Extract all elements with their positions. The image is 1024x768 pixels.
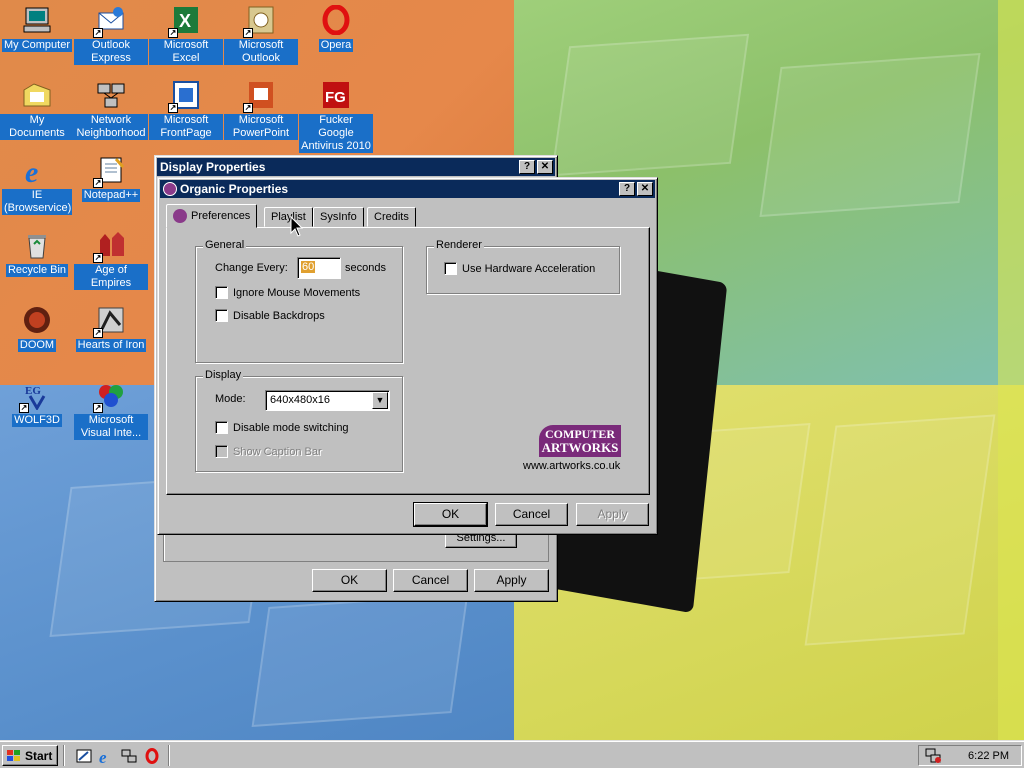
svg-text:X: X [179,11,191,31]
wallpaper-tile [759,53,981,217]
ie-icon: e [21,154,53,186]
network-icon[interactable] [121,748,137,764]
help-button[interactable]: ? [619,182,635,196]
wolf3d-icon: EG ↗ [19,379,53,413]
chevron-down-icon[interactable]: ▼ [372,392,388,409]
apply-button[interactable]: Apply [474,569,549,592]
age-of-empires-icon: ↗ [93,229,127,263]
window-title: Organic Properties [180,182,289,196]
svg-text:FG: FG [325,89,346,106]
excel-icon: X ↗ [168,4,202,38]
frontpage-icon: ↗ [168,79,202,113]
change-every-input[interactable]: 60 [297,257,341,279]
organic-titlebar[interactable]: Organic Properties ? ✕ [160,180,655,198]
desktop-icon-frontpage[interactable]: ↗ Microsoft FrontPage [149,79,223,140]
ok-button[interactable]: OK [312,569,387,592]
tab-credits[interactable]: Credits [367,207,416,227]
taskbar-separator [63,745,65,766]
taskbar: Start e 6:22 PM [0,740,1024,768]
tab-playlist[interactable]: Playlist [264,207,313,227]
desktop-icon-outlook-express[interactable]: ↗ Outlook Express [74,4,148,65]
antivirus-icon: FG [320,79,352,111]
ignore-mouse-checkbox[interactable]: Ignore Mouse Movements [215,286,360,299]
svg-text:e: e [25,156,38,185]
outlook-express-icon: ↗ [93,4,127,38]
desktop-icon-excel[interactable]: X ↗ Microsoft Excel [149,4,223,65]
desktop-icon-visual-interdev[interactable]: ↗ Microsoft Visual Inte... [74,379,148,440]
opera-icon[interactable] [144,748,160,764]
network-status-icon[interactable] [925,748,943,764]
artworks-url: www.artworks.co.uk [523,460,621,472]
window-title: Display Properties [160,160,266,174]
notepad-icon: ↗ [93,154,127,188]
computer-icon [21,4,53,36]
seconds-label: seconds [345,262,386,274]
close-button[interactable]: ✕ [637,182,653,196]
desktop-icon-recycle-bin[interactable]: Recycle Bin [0,229,74,277]
tab-preferences[interactable]: Preferences [166,204,258,228]
organic-logo-icon [173,209,187,223]
mode-select[interactable]: 640x480x16 ▼ [265,390,390,411]
visual-interdev-icon: ↗ [93,379,127,413]
desktop-icon-powerpoint[interactable]: ↗ Microsoft PowerPoint [224,79,298,140]
mouse-cursor-icon [290,216,304,237]
desktop-icon-notepad[interactable]: ↗ Notepad++ [74,154,148,202]
clock[interactable]: 6:22 PM [968,750,1009,762]
change-every-label: Change Every: [215,262,288,274]
desktop-icon-network-neighborhood[interactable]: Network Neighborhood [74,79,148,140]
help-button[interactable]: ? [519,160,535,174]
show-desktop-icon[interactable] [76,748,92,764]
desktop-icon-outlook[interactable]: ↗ Microsoft Outlook [224,4,298,65]
ok-button[interactable]: OK [413,502,488,527]
svg-text:e: e [99,748,107,764]
wallpaper-tile [804,414,996,646]
opera-icon [320,4,352,36]
show-caption-bar-checkbox: Show Caption Bar [215,445,322,458]
wallpaper-stripe [998,0,1024,740]
windows-logo-icon [7,749,20,761]
organic-logo-icon [163,182,177,196]
ie-icon[interactable]: e [98,748,114,764]
desktop-icon-ie[interactable]: e IE (Browservice) [0,154,74,215]
computer-artworks-logo: COMPUTER ARTWORKS [539,425,621,457]
desktop-icon-age-of-empires[interactable]: ↗ Age of Empires [74,229,148,290]
hardware-acceleration-checkbox[interactable]: Use Hardware Acceleration [444,262,595,275]
apply-button: Apply [576,503,649,526]
desktop-icon-my-computer[interactable]: My Computer [0,4,74,52]
wallpaper-tile [251,593,469,727]
start-button[interactable]: Start [2,745,58,766]
svg-text:EG: EG [25,385,41,397]
tab-page-preferences: General Change Every: 60 seconds Ignore … [166,227,650,495]
desktop-icon-doom[interactable]: DOOM [0,304,74,352]
tab-sysinfo[interactable]: SysInfo [313,207,364,227]
recycle-bin-icon [21,229,53,261]
desktop-icon-opera[interactable]: Opera [299,4,373,52]
hearts-of-iron-icon: ↗ [93,304,127,338]
desktop-icon-my-documents[interactable]: My Documents [0,79,74,140]
powerpoint-icon: ↗ [243,79,277,113]
disable-backdrops-checkbox[interactable]: Disable Backdrops [215,309,325,322]
outlook-icon: ↗ [243,4,277,38]
network-icon [95,79,127,111]
desktop-icon-antivirus[interactable]: FG Fucker Google Antivirus 2010 [299,79,373,153]
folder-icon [21,79,53,111]
close-button[interactable]: ✕ [537,160,553,174]
cancel-button[interactable]: Cancel [495,503,568,526]
taskbar-separator [168,745,170,766]
system-tray: 6:22 PM [918,745,1022,766]
disable-mode-switching-checkbox[interactable]: Disable mode switching [215,421,349,434]
desktop-icon-hearts-of-iron[interactable]: ↗ Hearts of Iron [74,304,148,352]
mode-label: Mode: [215,393,246,405]
desktop-icon-wolf3d[interactable]: EG ↗ WOLF3D [0,379,74,427]
wallpaper-tile [550,33,750,177]
cancel-button[interactable]: Cancel [393,569,468,592]
doom-icon [21,304,53,336]
display-properties-titlebar[interactable]: Display Properties ? ✕ [157,158,555,176]
